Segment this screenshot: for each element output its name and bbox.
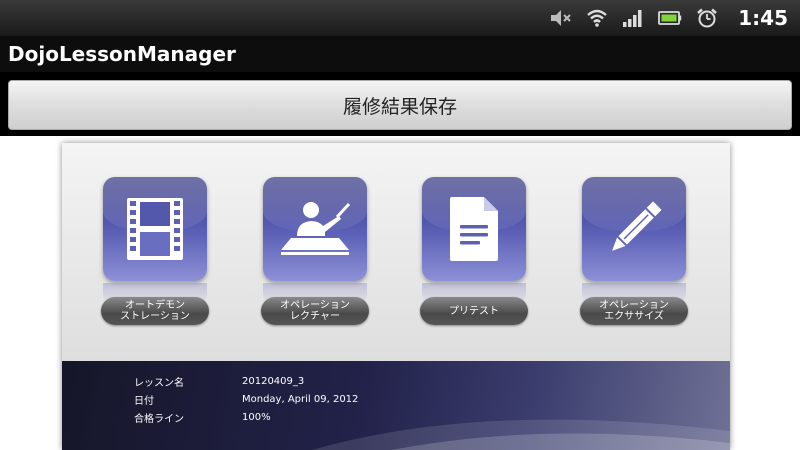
operation-lecture-line1: オペレーション [280, 300, 350, 311]
auto-demo-tile[interactable] [103, 177, 207, 281]
wifi-icon [587, 9, 608, 27]
save-button-area: 履修結果保存 [0, 72, 800, 136]
date-value: Monday, April 09, 2012 [242, 393, 359, 405]
lesson-name-row: レッスン名 20120409_3 [134, 372, 358, 390]
save-results-label: 履修結果保存 [342, 95, 457, 118]
status-time: 1:45 [738, 6, 788, 30]
operation-lecture-line2: レクチャー [290, 311, 340, 322]
lesson-info: レッスン名 20120409_3 日付 Monday, April 09, 20… [134, 372, 358, 426]
document-icon [450, 197, 498, 261]
film-icon [127, 198, 183, 260]
pass-line-value: 100% [242, 411, 271, 423]
battery-icon [658, 11, 682, 25]
lesson-panel: オートデモン ストレーション オペレーション レクチャー プリテスト オペレーシ… [62, 143, 730, 450]
mute-icon [551, 10, 571, 26]
date-label: 日付 [134, 395, 154, 407]
app-title: DojoLessonManager [8, 42, 236, 66]
auto-demo-button[interactable]: オートデモン ストレーション [101, 297, 209, 325]
operation-exercise-line2: エクササイズ [604, 311, 664, 322]
operation-exercise-tile[interactable] [582, 177, 686, 281]
alarm-icon [697, 8, 718, 28]
pass-line-row: 合格ライン 100% [134, 408, 358, 426]
save-results-button[interactable]: 履修結果保存 [8, 80, 792, 130]
signal-icon [623, 10, 642, 27]
mode-selector: オートデモン ストレーション オペレーション レクチャー プリテスト オペレーシ… [62, 143, 730, 361]
auto-demo-line2: ストレーション [120, 311, 190, 322]
pencil-icon [612, 201, 662, 251]
operation-lecture-tile[interactable] [263, 177, 367, 281]
pretest-line1: プリテスト [449, 305, 499, 317]
pass-line-label: 合格ライン [134, 413, 184, 425]
operation-exercise-button[interactable]: オペレーション エクササイズ [580, 297, 688, 325]
auto-demo-line1: オートデモン [125, 300, 185, 311]
lesson-name-label: レッスン名 [134, 377, 184, 389]
status-bar: 1:45 [0, 0, 800, 36]
pretest-button[interactable]: プリテスト [420, 297, 528, 325]
date-row: 日付 Monday, April 09, 2012 [134, 390, 358, 408]
title-bar: DojoLessonManager [0, 36, 800, 72]
operation-exercise-line1: オペレーション [599, 300, 669, 311]
lecture-icon [281, 202, 351, 255]
pretest-tile[interactable] [422, 177, 526, 281]
lesson-name-value: 20120409_3 [242, 375, 305, 387]
operation-lecture-button[interactable]: オペレーション レクチャー [261, 297, 369, 325]
